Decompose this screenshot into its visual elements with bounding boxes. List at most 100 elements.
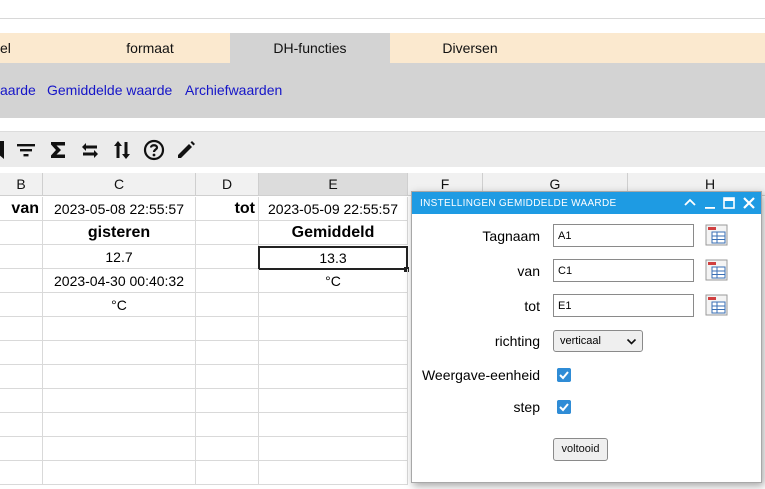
weergave-eenheid-label: Weergave-eenheid [421,367,540,383]
tab-dh-functies[interactable]: DH-functies [230,33,390,63]
cell-b5[interactable] [0,293,43,317]
cell-empty[interactable] [196,413,259,437]
step-checkbox[interactable] [557,400,571,414]
cell-empty[interactable] [259,317,408,341]
cell-d3[interactable] [196,245,259,269]
cell-e4[interactable]: °C [259,269,408,293]
spreadsheet-app: el formaat DH-functies Diversen aarde Ge… [0,0,765,489]
cell-e3-selected[interactable]: 13.3 [258,246,408,270]
cell-empty[interactable] [259,461,408,485]
cell-b4[interactable] [0,269,43,293]
dialog-title: INSTELLINGEN GEMIDDELDE WAARDE [420,198,617,209]
van-label: van [517,263,540,279]
pencil-icon[interactable] [175,139,197,161]
cell-e5[interactable] [259,293,408,317]
maximize-icon[interactable] [721,195,737,211]
column-header-b[interactable]: B [0,173,43,196]
link-waarde[interactable]: aarde [0,82,36,98]
tab-label: formaat [126,40,174,56]
cell-empty[interactable] [43,437,196,461]
link-gemiddelde-waarde[interactable]: Gemiddelde waarde [47,82,172,98]
cell-b1[interactable]: van [0,197,43,221]
toolbar [0,131,765,167]
tot-input[interactable] [553,294,694,317]
cell-empty[interactable] [196,341,259,365]
cell-empty[interactable] [0,341,43,365]
tab-label: el [0,40,11,56]
function-link-bar: aarde Gemiddelde waarde Archiefwaarden [0,63,765,118]
cell-d5[interactable] [196,293,259,317]
van-input[interactable] [553,259,694,282]
sigma-icon[interactable] [47,139,69,161]
cell-empty[interactable] [43,389,196,413]
collapse-icon[interactable] [682,195,698,211]
cell-d1[interactable]: tot [196,197,259,221]
cell-empty[interactable] [0,389,43,413]
cell-picker-icon[interactable] [705,259,728,281]
cell-empty[interactable] [259,365,408,389]
cell-empty[interactable] [196,461,259,485]
tot-label: tot [524,298,540,314]
tagnaam-label: Tagnaam [482,228,540,244]
cell-b2[interactable] [0,221,43,245]
cell-empty[interactable] [43,413,196,437]
cell-c3[interactable]: 12.7 [43,245,196,269]
richting-select[interactable]: verticaal [553,330,643,352]
cell-empty[interactable] [259,437,408,461]
cell-empty[interactable] [43,341,196,365]
cell-empty[interactable] [43,461,196,485]
close-icon[interactable] [741,195,757,211]
cell-empty[interactable] [0,365,43,389]
tab-label: Diversen [442,40,498,56]
cell-empty[interactable] [196,365,259,389]
help-icon[interactable] [143,139,165,161]
sort-vertical-icon[interactable] [111,139,133,161]
cell-empty[interactable] [259,341,408,365]
chevron-down-icon [626,338,637,345]
tab-label: DH-functies [273,40,347,56]
step-label: step [513,399,540,415]
column-header-e[interactable]: E [259,173,408,196]
cell-empty[interactable] [43,365,196,389]
minimize-icon[interactable] [702,195,718,211]
cell-e2[interactable]: Gemiddeld [259,221,408,245]
cell-c4[interactable]: 2023-04-30 00:40:32 [43,269,196,293]
cell-d4[interactable] [196,269,259,293]
cell-empty[interactable] [0,317,43,341]
cell-e1[interactable]: 2023-05-09 22:55:57 [259,197,408,221]
cell-empty[interactable] [0,413,43,437]
cell-c2[interactable]: gisteren [43,221,196,245]
tab-formaat[interactable]: formaat [70,33,230,63]
tagnaam-input[interactable] [553,224,694,247]
cell-empty[interactable] [0,437,43,461]
richting-value: verticaal [560,335,601,347]
cell-b3[interactable] [0,245,43,269]
cell-empty[interactable] [43,317,196,341]
cell-empty[interactable] [196,317,259,341]
column-header-c[interactable]: C [43,173,196,196]
cell-empty[interactable] [196,437,259,461]
filter-icon[interactable] [15,139,37,161]
average-value-settings-dialog: INSTELLINGEN GEMIDDELDE WAARDE Tagnaam A… [411,191,762,483]
cell-empty[interactable] [196,389,259,413]
ribbon-tab-bar: el formaat DH-functies Diversen [0,33,765,63]
cell-empty[interactable] [259,413,408,437]
voltooid-button[interactable]: voltooid [553,438,608,461]
link-archiefwaarden[interactable]: Archiefwaarden [185,82,282,98]
dialog-title-bar[interactable]: INSTELLINGEN GEMIDDELDE WAARDE [412,192,761,214]
cell-c5[interactable]: °C [43,293,196,317]
column-header-d[interactable]: D [196,173,259,196]
cell-c1[interactable]: 2023-05-08 22:55:57 [43,197,196,221]
bookmark-icon[interactable] [0,139,10,161]
cell-picker-icon[interactable] [705,294,728,316]
swap-horizontal-icon[interactable] [79,139,101,161]
cell-empty[interactable] [259,389,408,413]
cell-picker-icon[interactable] [705,224,728,246]
cell-empty[interactable] [0,461,43,485]
tab-partial[interactable]: el [0,33,30,63]
weergave-eenheid-checkbox[interactable] [557,368,571,382]
cell-d2[interactable] [196,221,259,245]
top-strip [0,0,765,19]
tab-diversen[interactable]: Diversen [390,33,550,63]
richting-label: richting [494,333,540,349]
